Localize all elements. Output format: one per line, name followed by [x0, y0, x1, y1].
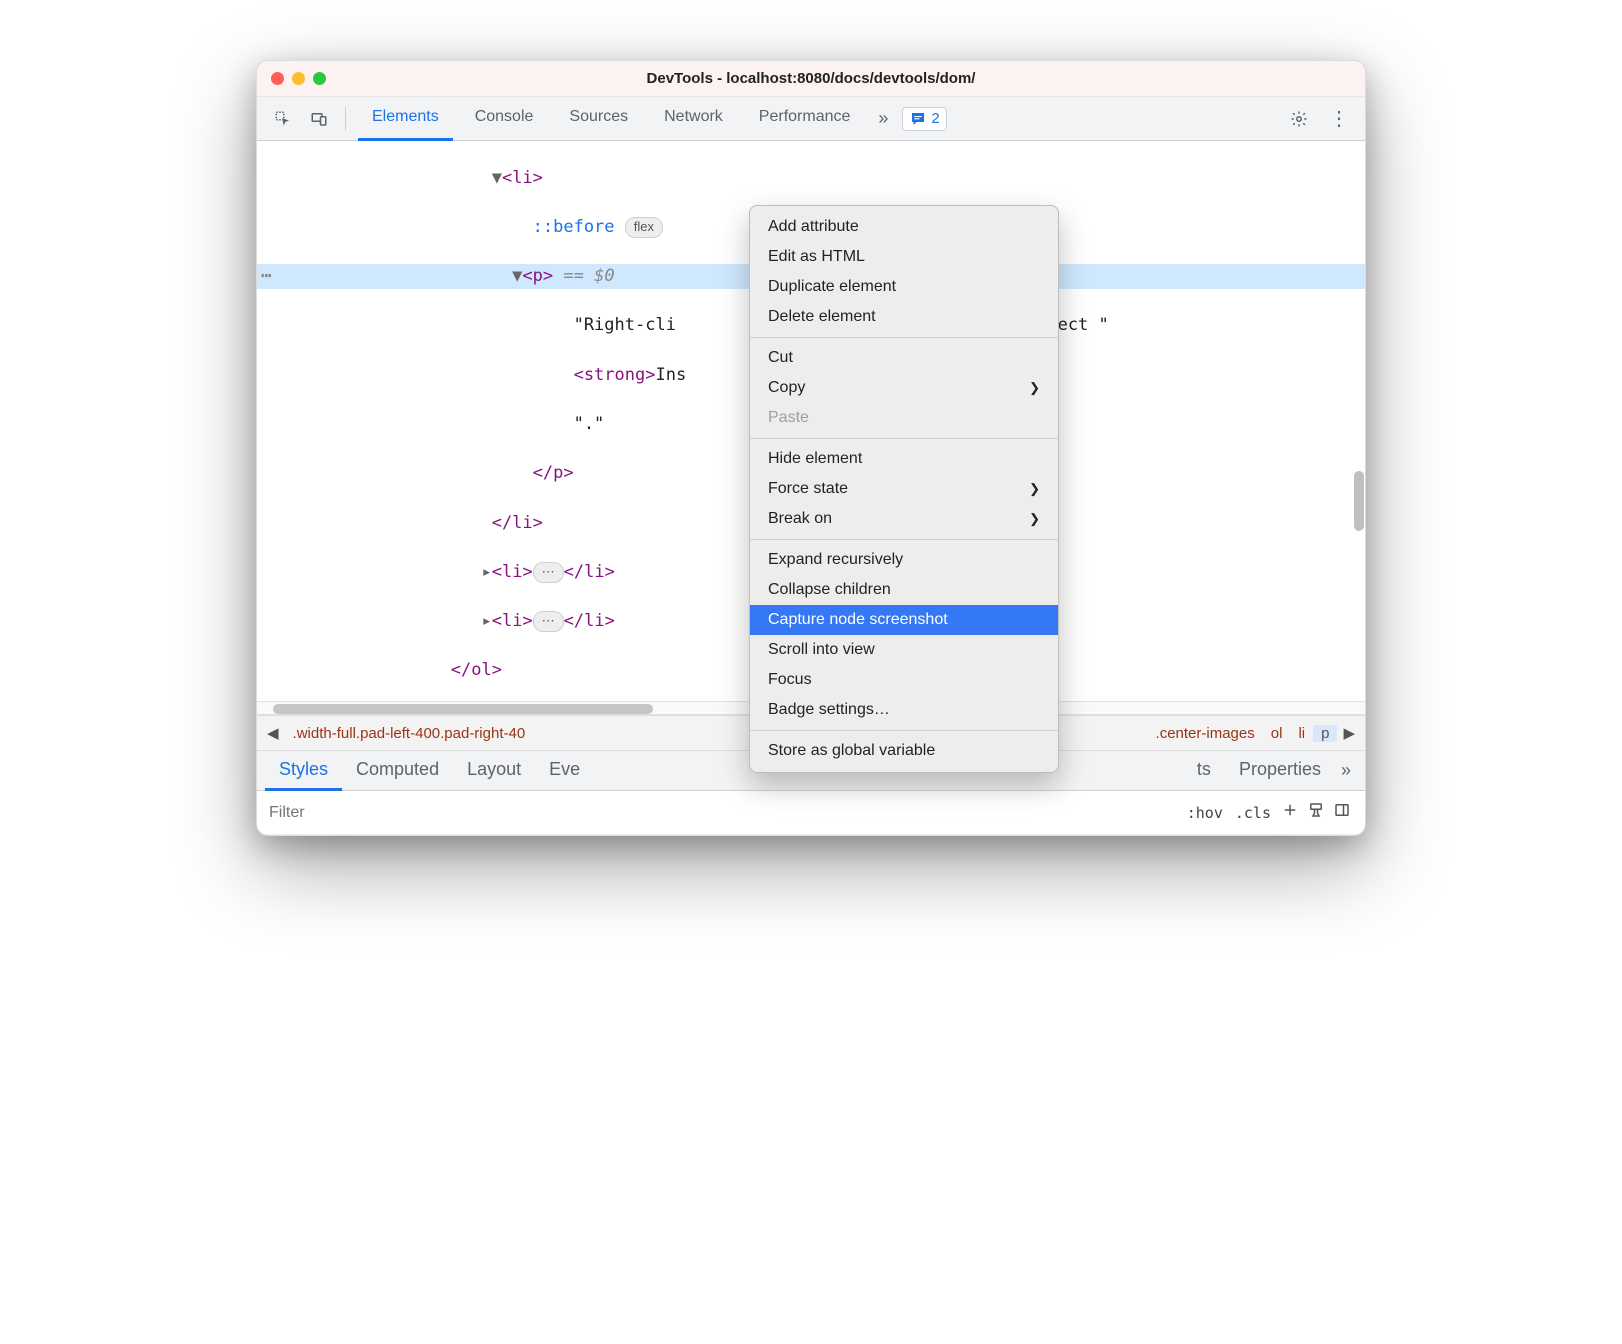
breadcrumb-item[interactable]: ol: [1263, 725, 1291, 742]
context-menu-item[interactable]: Break on ❯: [750, 504, 1058, 534]
gear-icon[interactable]: [1285, 105, 1313, 133]
breadcrumb-item[interactable]: .width-full.pad-left-400.pad-right-40: [285, 725, 534, 742]
tab-performance[interactable]: Performance: [745, 97, 865, 141]
context-menu-separator: [750, 730, 1058, 731]
hov-toggle[interactable]: :hov: [1181, 802, 1229, 824]
context-menu-separator: [750, 539, 1058, 540]
context-menu-item[interactable]: Hide element: [750, 444, 1058, 474]
subtab-computed[interactable]: Computed: [342, 751, 453, 791]
context-menu-item[interactable]: Store as global variable: [750, 736, 1058, 766]
context-menu-label: Add attribute: [768, 218, 859, 236]
context-menu-label: Edit as HTML: [768, 248, 865, 266]
tab-network[interactable]: Network: [650, 97, 737, 141]
tab-console[interactable]: Console: [461, 97, 548, 141]
devtools-window: DevTools - localhost:8080/docs/devtools/…: [256, 60, 1366, 836]
chevron-right-icon: ❯: [1029, 511, 1040, 527]
context-menu-item[interactable]: Cut: [750, 343, 1058, 373]
context-menu-label: Duplicate element: [768, 278, 896, 296]
context-menu-item[interactable]: Expand recursively: [750, 545, 1058, 575]
context-menu-label: Capture node screenshot: [768, 611, 948, 629]
subtab-styles[interactable]: Styles: [265, 751, 342, 791]
close-icon[interactable]: [271, 72, 284, 85]
chevron-right-icon: ❯: [1029, 481, 1040, 497]
chevron-right-icon: ❯: [1029, 380, 1040, 396]
chat-icon: [909, 110, 927, 128]
flex-badge[interactable]: flex: [625, 217, 663, 238]
breadcrumb-item[interactable]: li: [1290, 725, 1313, 742]
context-menu-label: Scroll into view: [768, 641, 875, 659]
context-menu-item[interactable]: Duplicate element: [750, 272, 1058, 302]
context-menu-label: Paste: [768, 409, 809, 427]
device-toggle-icon[interactable]: [305, 105, 333, 133]
more-tabs-icon[interactable]: »: [872, 108, 894, 129]
context-menu-separator: [750, 438, 1058, 439]
context-menu-label: Badge settings…: [768, 701, 890, 719]
vertical-scrollbar[interactable]: [1354, 471, 1364, 531]
context-menu-label: Copy: [768, 379, 805, 397]
cls-toggle[interactable]: .cls: [1229, 802, 1277, 824]
context-menu-label: Force state: [768, 480, 848, 498]
new-style-icon[interactable]: [1277, 801, 1303, 824]
scrollbar-thumb[interactable]: [273, 704, 653, 714]
minimize-icon[interactable]: [292, 72, 305, 85]
main-toolbar: Elements Console Sources Network Perform…: [257, 97, 1365, 141]
context-menu-label: Expand recursively: [768, 551, 903, 569]
window-title: DevTools - localhost:8080/docs/devtools/…: [257, 70, 1365, 87]
kebab-icon[interactable]: ⋮: [1325, 105, 1353, 133]
context-menu-item[interactable]: Edit as HTML: [750, 242, 1058, 272]
context-menu-label: Cut: [768, 349, 793, 367]
tab-elements[interactable]: Elements: [358, 97, 453, 141]
pseudo-before: ::before: [533, 217, 615, 237]
context-menu-label: Focus: [768, 671, 812, 689]
dom-line[interactable]: ▼<li>: [257, 166, 1365, 191]
context-menu: Add attribute Edit as HTML Duplicate eleme…: [749, 205, 1059, 773]
brush-icon[interactable]: [1303, 801, 1329, 824]
issues-badge[interactable]: 2: [902, 107, 946, 131]
more-subtabs-icon[interactable]: »: [1335, 760, 1357, 781]
context-menu-label: Break on: [768, 510, 832, 528]
titlebar: DevTools - localhost:8080/docs/devtools/…: [257, 61, 1365, 97]
toolbar-divider: [345, 107, 346, 131]
context-menu-item[interactable]: Force state ❯: [750, 474, 1058, 504]
traffic-lights: [271, 72, 326, 85]
context-menu-item: Paste: [750, 403, 1058, 433]
context-menu-separator: [750, 337, 1058, 338]
styles-toolbar: :hov .cls: [257, 791, 1365, 835]
context-menu-item[interactable]: Collapse children: [750, 575, 1058, 605]
context-menu-label: Store as global variable: [768, 742, 935, 760]
context-menu-item[interactable]: Badge settings…: [750, 695, 1058, 725]
fullscreen-icon[interactable]: [313, 72, 326, 85]
context-menu-label: Collapse children: [768, 581, 891, 599]
context-menu-item[interactable]: Scroll into view: [750, 635, 1058, 665]
context-menu-item[interactable]: Capture node screenshot: [750, 605, 1058, 635]
context-menu-item[interactable]: Copy ❯: [750, 373, 1058, 403]
breadcrumb-item[interactable]: .center-images: [1148, 725, 1263, 742]
subtab-ts[interactable]: ts: [1183, 751, 1225, 791]
tab-sources[interactable]: Sources: [555, 97, 642, 141]
breadcrumb-left-icon[interactable]: ◀: [261, 724, 285, 742]
context-menu-item[interactable]: Add attribute: [750, 212, 1058, 242]
context-menu-item[interactable]: Focus: [750, 665, 1058, 695]
breadcrumb-right-icon[interactable]: ▶: [1337, 724, 1361, 742]
subtab-properties[interactable]: Properties: [1225, 751, 1335, 791]
subtab-layout[interactable]: Layout: [453, 751, 535, 791]
breadcrumb-item-selected[interactable]: p: [1313, 725, 1337, 742]
panel-toggle-icon[interactable]: [1329, 801, 1355, 824]
subtab-events[interactable]: Eve: [535, 751, 594, 791]
issues-count: 2: [931, 110, 939, 127]
styles-filter-input[interactable]: [267, 803, 467, 823]
context-menu-item[interactable]: Delete element: [750, 302, 1058, 332]
inspect-icon[interactable]: [269, 105, 297, 133]
context-menu-label: Delete element: [768, 308, 876, 326]
context-menu-label: Hide element: [768, 450, 862, 468]
